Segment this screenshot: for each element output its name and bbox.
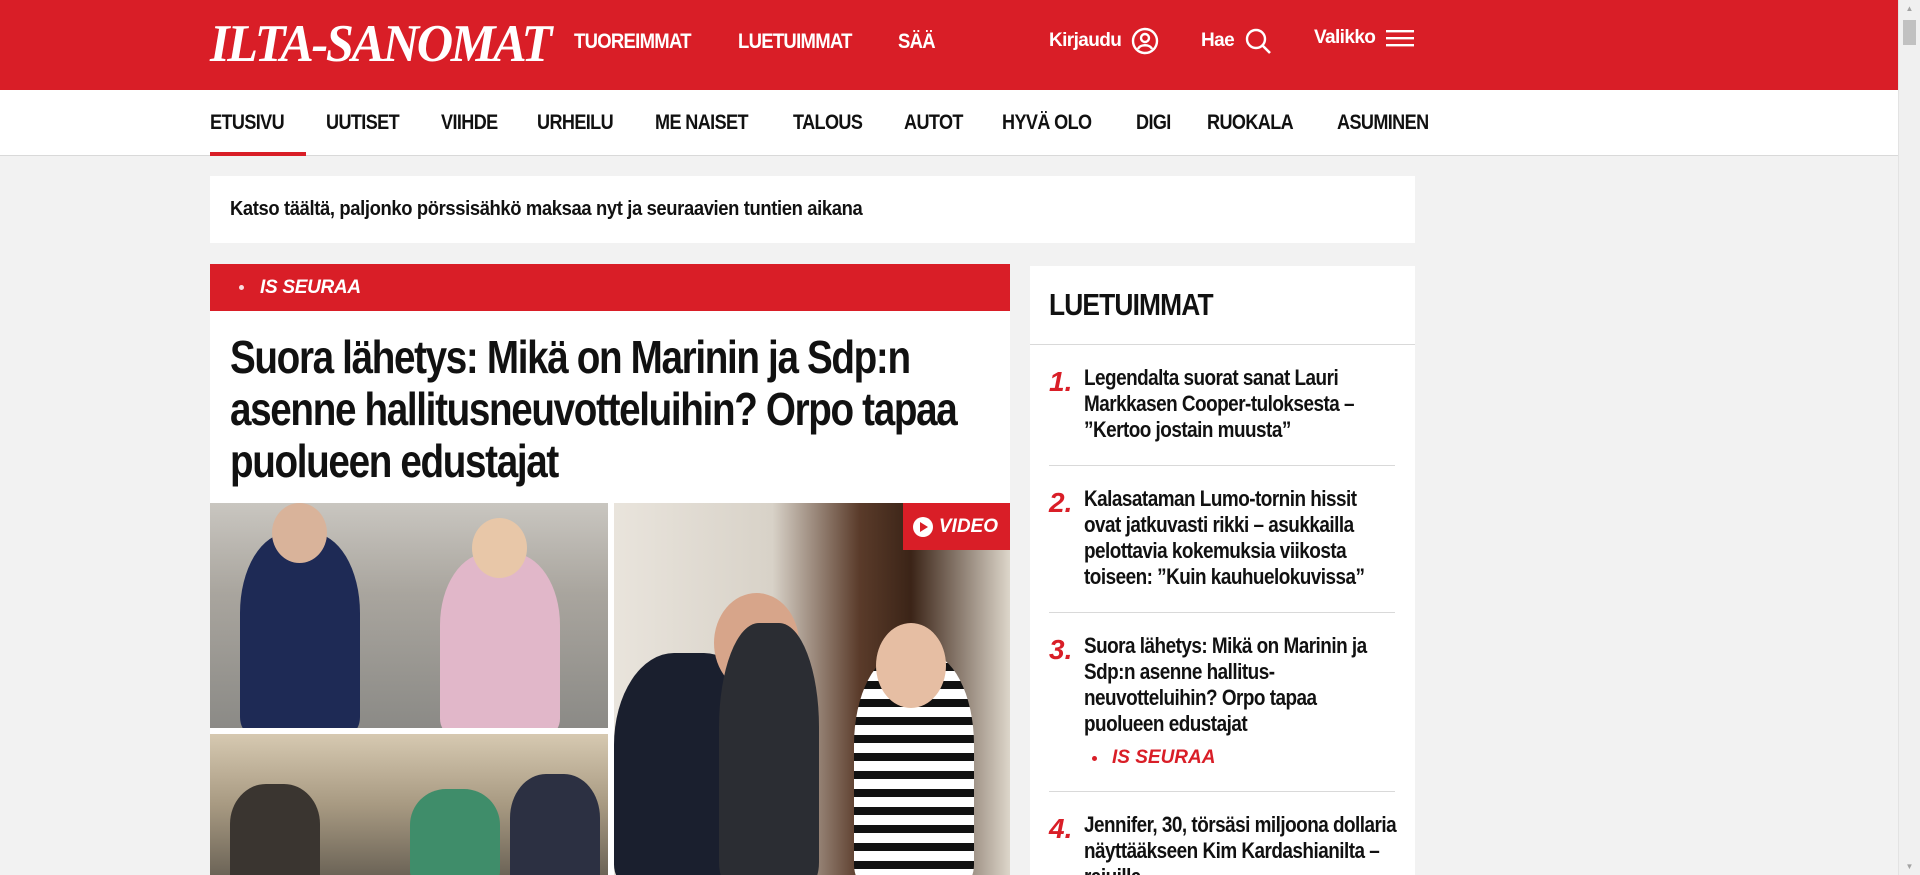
scroll-down-icon[interactable]: ▼ <box>1899 858 1920 875</box>
nav-saa[interactable]: SÄÄ <box>898 30 936 54</box>
kicker-label: IS SEURAA <box>260 276 361 298</box>
live-dot-icon <box>1092 755 1097 761</box>
menu-button[interactable]: Valikko <box>1314 27 1415 49</box>
item-title[interactable]: Jennifer, 30, törsäsi miljoona dollaria … <box>1084 812 1415 875</box>
story-photos: VIDEO <box>210 503 1010 875</box>
most-read-list: 1. Legendalta suorat sanat Lauri Markkas… <box>1030 345 1415 875</box>
section-uutiset[interactable]: UUTISET <box>326 90 411 156</box>
item-title[interactable]: Legendalta suorat sanat Lauri Markkasen … <box>1084 365 1415 443</box>
live-dot-icon <box>239 285 244 290</box>
login-label: Kirjaudu <box>1049 30 1122 51</box>
section-ruokala[interactable]: RUOKALA <box>1207 90 1307 156</box>
rank-number: 4. <box>1049 813 1073 844</box>
story-kicker: IS SEURAA <box>210 264 1010 311</box>
most-read-panel: LUETUIMMAT 1. Legendalta suorat sanat La… <box>1030 266 1415 875</box>
user-icon <box>1131 27 1159 55</box>
section-talous[interactable]: TALOUS <box>793 90 874 156</box>
video-badge[interactable]: VIDEO <box>902 503 1010 550</box>
section-asuminen[interactable]: ASUMINEN <box>1337 90 1443 156</box>
promo-text: Katso täältä, paljonko pörssisähkö maksa… <box>230 198 863 220</box>
section-autot[interactable]: AUTOT <box>904 90 972 156</box>
most-read-item[interactable]: 2. Kalasataman Lumo-tornin hissit ovat j… <box>1049 466 1395 613</box>
story-headline[interactable]: Suora lähetys: Mikä on Marinin ja Sdp:n … <box>210 311 1010 501</box>
search-icon <box>1244 27 1272 55</box>
section-viihde[interactable]: VIIHDE <box>441 90 507 156</box>
scroll-up-icon[interactable]: ▲ <box>1899 0 1920 17</box>
page-scrollbar[interactable]: ▲ ▼ <box>1898 0 1920 875</box>
section-hyva-olo[interactable]: HYVÄ OLO <box>1002 90 1106 156</box>
site-logo[interactable]: ILTA-SANOMAT <box>210 14 552 74</box>
search-button[interactable]: Hae <box>1201 27 1272 55</box>
most-read-item[interactable]: 4. Jennifer, 30, törsäsi miljoona dollar… <box>1049 792 1397 875</box>
search-label: Hae <box>1201 30 1235 51</box>
section-etusivu[interactable]: ETUSIVU <box>210 90 307 156</box>
rank-number: 2. <box>1049 487 1073 518</box>
section-urheilu[interactable]: URHEILU <box>537 90 625 156</box>
rank-number: 1. <box>1049 366 1073 397</box>
play-icon <box>912 516 933 537</box>
scroll-thumb[interactable] <box>1903 20 1916 45</box>
story-photo-1[interactable] <box>210 503 608 728</box>
nav-luetuimmat[interactable]: LUETUIMMAT <box>738 30 852 54</box>
most-read-title: LUETUIMMAT <box>1030 266 1415 345</box>
section-digi[interactable]: DIGI <box>1136 90 1176 156</box>
login-button[interactable]: Kirjaudu <box>1049 27 1159 55</box>
section-me-naiset[interactable]: ME NAISET <box>655 90 763 156</box>
menu-label: Valikko <box>1314 27 1376 48</box>
nav-tuoreimmat[interactable]: TUOREIMMAT <box>574 30 692 54</box>
story-photo-2[interactable] <box>210 734 608 875</box>
item-title[interactable]: Kalasataman Lumo-tornin hissit ovat jatk… <box>1084 486 1415 590</box>
most-read-item[interactable]: 1. Legendalta suorat sanat Lauri Markkas… <box>1049 345 1395 466</box>
item-title[interactable]: Suora lähetys: Mikä on Marinin ja Sdp:n … <box>1084 633 1415 737</box>
story-photo-3[interactable] <box>614 503 1010 875</box>
section-nav: ETUSIVU UUTISET VIIHDE URHEILU ME NAISET… <box>0 90 1898 156</box>
video-label: VIDEO <box>938 515 998 537</box>
item-tag: IS SEURAA <box>1084 747 1415 769</box>
electricity-price-link[interactable]: Katso täältä, paljonko pörssisähkö maksa… <box>210 176 1415 243</box>
main-story-card[interactable]: IS SEURAA Suora lähetys: Mikä on Marinin… <box>210 264 1010 875</box>
top-header: ILTA-SANOMAT TUOREIMMAT LUETUIMMAT SÄÄ K… <box>0 0 1898 90</box>
rank-number: 3. <box>1049 634 1073 665</box>
hamburger-icon <box>1385 27 1415 49</box>
most-read-item[interactable]: 3. Suora lähetys: Mikä on Marinin ja Sdp… <box>1049 613 1395 792</box>
top-nav: TUOREIMMAT LUETUIMMAT SÄÄ <box>574 30 940 54</box>
